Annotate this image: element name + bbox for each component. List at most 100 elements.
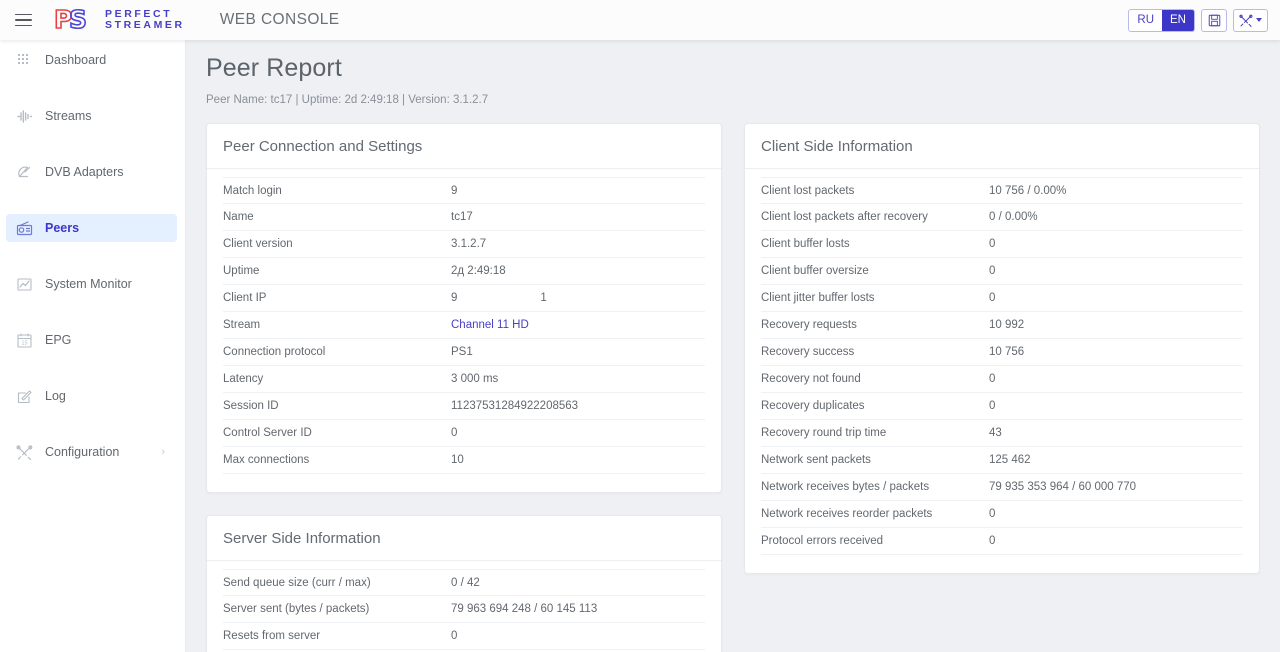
calendar-icon: 15: [16, 332, 33, 349]
sidebar-item-label: Configuration: [45, 445, 119, 459]
table-row: Recovery round trip time 43: [761, 420, 1243, 447]
table-row: Client buffer oversize 0: [761, 258, 1243, 285]
table-row: Session ID 11237531284922208563: [223, 393, 705, 420]
table-row: Resets from server 0: [223, 623, 705, 650]
sidebar-item-label: EPG: [45, 333, 71, 347]
logo-letter-s: S: [69, 8, 87, 32]
right-column: Client Side Information Client lost pack…: [744, 123, 1260, 574]
sidebar-item-configuration[interactable]: Configuration ›: [6, 438, 177, 466]
row-key: Client buffer oversize: [761, 265, 989, 277]
server-side-rows: Send queue size (curr / max) 0 / 42 Serv…: [207, 561, 721, 652]
row-value: PS1: [451, 346, 473, 358]
row-value: 0: [989, 292, 995, 304]
page-subtitle: Peer Name: tc17 | Uptime: 2d 2:49:18 | V…: [206, 94, 1280, 106]
sidebar-item-label: Dashboard: [45, 53, 106, 67]
table-row: Control Server ID 0: [223, 420, 705, 447]
nav-gap: [0, 74, 185, 102]
row-value: 10 756: [989, 346, 1024, 358]
sidebar-item-system-monitor[interactable]: System Monitor: [6, 270, 177, 298]
row-value: 0: [989, 265, 995, 277]
left-column: Peer Connection and Settings Match login…: [206, 123, 722, 652]
page-header: Peer Report Peer Name: tc17 | Uptime: 2d…: [186, 40, 1280, 106]
satellite-dish-icon: [16, 164, 33, 181]
client-ip-part-2: 1: [540, 292, 546, 304]
row-key: Protocol errors received: [761, 535, 989, 547]
sidebar-item-label: Streams: [45, 109, 92, 123]
sidebar-item-label: DVB Adapters: [45, 165, 124, 179]
row-value: 11237531284922208563: [451, 400, 578, 412]
chevron-down-icon: [1256, 18, 1262, 22]
sidebar: Dashboard Streams DVB Adapters: [0, 40, 186, 652]
table-row: Network sent packets 125 462: [761, 447, 1243, 474]
table-row: Max connections 10: [223, 447, 705, 474]
client-ip-part-1: 9: [451, 292, 457, 304]
lang-option-en[interactable]: EN: [1162, 10, 1194, 31]
table-row: Recovery duplicates 0: [761, 393, 1243, 420]
row-value: 79 963 694 248 / 60 145 113: [451, 603, 597, 615]
hamburger-bar: [15, 14, 32, 16]
sidebar-item-log[interactable]: Log: [6, 382, 177, 410]
row-value: 79 935 353 964 / 60 000 770: [989, 481, 1136, 493]
row-key: Network receives bytes / packets: [761, 481, 989, 493]
row-key: Client lost packets: [761, 185, 989, 197]
row-key: Recovery round trip time: [761, 427, 989, 439]
table-row: Recovery success 10 756: [761, 339, 1243, 366]
hamburger-bar: [15, 19, 32, 21]
client-side-card: Client Side Information Client lost pack…: [744, 123, 1260, 574]
cards-grid: Peer Connection and Settings Match login…: [186, 106, 1280, 652]
brand-logo[interactable]: P S PERFECT STREAMER: [46, 8, 185, 32]
sidebar-item-dashboard[interactable]: Dashboard: [6, 46, 177, 74]
table-row: Client IP 91: [223, 285, 705, 312]
table-row: Recovery requests 10 992: [761, 312, 1243, 339]
client-side-rows: Client lost packets 10 756 / 0.00% Clien…: [745, 169, 1259, 573]
row-key: Recovery requests: [761, 319, 989, 331]
row-value: 9: [451, 185, 457, 197]
card-title: Client Side Information: [745, 124, 1259, 169]
table-row: Recovery not found 0: [761, 366, 1243, 393]
main-content: Peer Report Peer Name: tc17 | Uptime: 2d…: [186, 40, 1280, 652]
nav-gap: [0, 242, 185, 270]
save-button[interactable]: [1201, 9, 1227, 32]
row-key: Stream: [223, 319, 451, 331]
nav-gap: [0, 298, 185, 326]
table-row: Latency 3 000 ms: [223, 366, 705, 393]
lang-option-ru[interactable]: RU: [1129, 10, 1162, 31]
tools-dropdown-button[interactable]: [1233, 9, 1268, 32]
row-key: Client jitter buffer losts: [761, 292, 989, 304]
sidebar-item-dvb-adapters[interactable]: DVB Adapters: [6, 158, 177, 186]
row-value: 3.1.2.7: [451, 238, 486, 250]
card-title: Peer Connection and Settings: [207, 124, 721, 169]
radio-icon: [16, 220, 33, 237]
waveform-icon: [16, 108, 33, 125]
server-side-card: Server Side Information Send queue size …: [206, 515, 722, 652]
row-value: 0: [989, 508, 995, 520]
brand-line-2: STREAMER: [105, 20, 185, 31]
row-value: 0 / 0.00%: [989, 211, 1038, 223]
chart-line-icon: [16, 276, 33, 293]
row-key: Network sent packets: [761, 454, 989, 466]
row-value: 0: [989, 535, 995, 547]
row-key: Control Server ID: [223, 427, 451, 439]
row-value: 3 000 ms: [451, 373, 498, 385]
language-switch[interactable]: RU EN: [1128, 9, 1195, 32]
table-row: Client buffer losts 0: [761, 231, 1243, 258]
table-row: Client lost packets 10 756 / 0.00%: [761, 177, 1243, 204]
row-key: Session ID: [223, 400, 451, 412]
table-row: Server sent (bytes / packets) 79 963 694…: [223, 596, 705, 623]
sidebar-item-epg[interactable]: 15 EPG: [6, 326, 177, 354]
stream-link[interactable]: Channel 11 HD: [451, 319, 529, 331]
row-key: Network receives reorder packets: [761, 508, 989, 520]
row-key: Match login: [223, 185, 451, 197]
row-key: Connection protocol: [223, 346, 451, 358]
row-key: Client lost packets after recovery: [761, 211, 989, 223]
brand-wordmark: PERFECT STREAMER: [105, 9, 185, 31]
sidebar-item-peers[interactable]: Peers: [6, 214, 177, 242]
sidebar-item-streams[interactable]: Streams: [6, 102, 177, 130]
table-row: Send queue size (curr / max) 0 / 42: [223, 569, 705, 596]
pencil-square-icon: [16, 388, 33, 405]
row-value: 0 / 42: [451, 577, 480, 589]
row-key: Recovery not found: [761, 373, 989, 385]
dashboard-grid-icon: [16, 52, 33, 69]
row-value: 0: [989, 373, 995, 385]
hamburger-icon[interactable]: [0, 0, 46, 40]
